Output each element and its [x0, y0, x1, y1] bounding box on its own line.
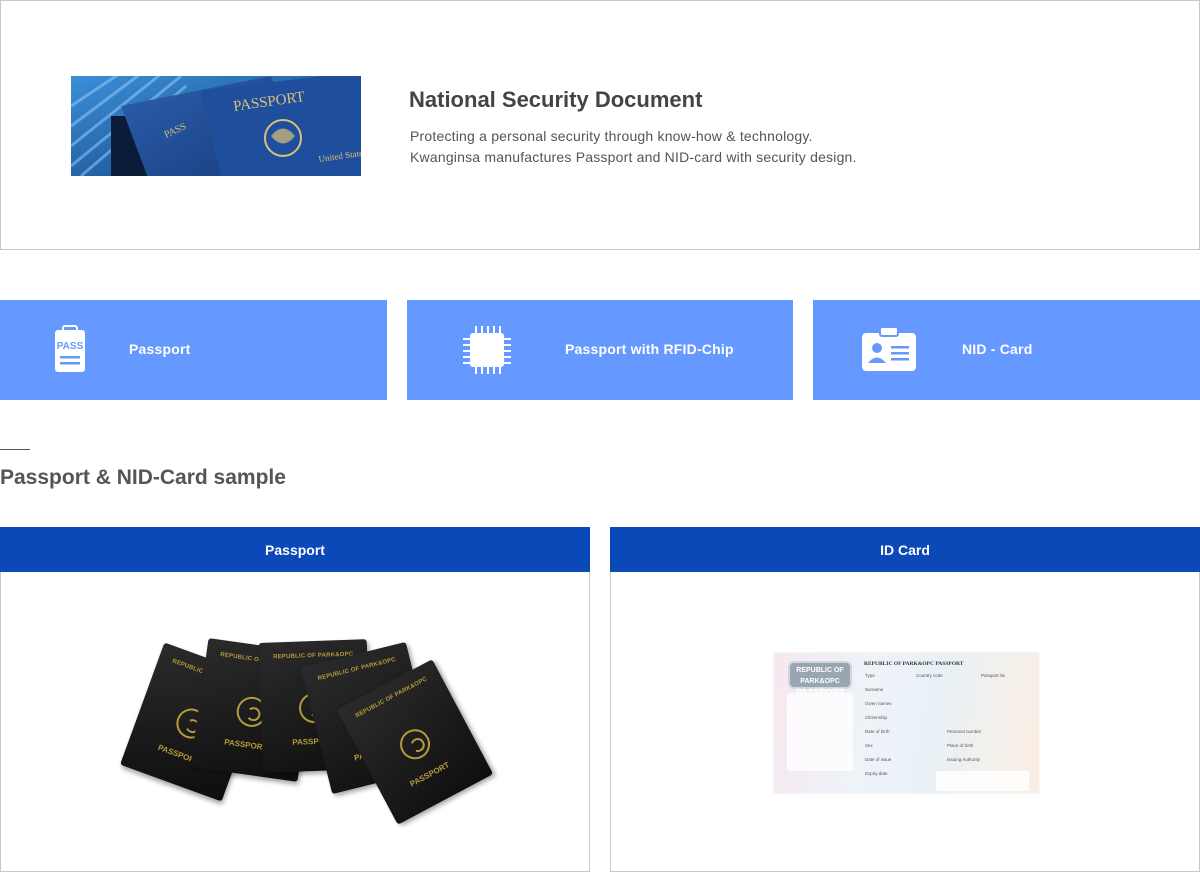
id-card-field: Country code — [916, 673, 943, 678]
id-card-field: Sex — [865, 743, 873, 748]
id-card-photo-area — [787, 693, 853, 771]
category-passport-button[interactable]: PASS Passport — [0, 300, 387, 400]
svg-text:PASS: PASS — [57, 341, 84, 352]
category-label: NID - Card — [962, 341, 1033, 357]
id-card-field: Issuing Authority — [947, 757, 981, 762]
id-card-badge: REPUBLIC OF PARK&OPC PASSPORT — [788, 661, 852, 697]
id-card-heading: REPUBLIC OF PARK&OPC PASSPORT — [864, 661, 964, 667]
id-card-badge-line-1: REPUBLIC OF PARK&OPC — [796, 667, 844, 685]
section-divider — [0, 449, 30, 450]
id-card-field: Passport № — [981, 673, 1005, 678]
id-card-field: Type — [865, 673, 875, 678]
passport-cover-label: PASSPORT — [408, 760, 451, 789]
intro-description-line-1: Protecting a personal security through k… — [410, 128, 813, 144]
passport-seal-icon — [394, 723, 436, 765]
id-card-sample-header[interactable]: ID Card — [610, 527, 1200, 572]
id-card-sample-panel: ID Card REPUBLIC OF PARK&OPC PASSPORT RE… — [610, 527, 1200, 872]
passport-icon: PASS — [52, 324, 88, 379]
category-nid-card-button[interactable]: NID - Card — [813, 300, 1200, 400]
intro-description-line-2: Kwanginsa manufactures Passport and NID-… — [410, 149, 857, 165]
id-card-field: Personal number — [947, 729, 982, 734]
passport-sample-header[interactable]: Passport — [0, 527, 590, 572]
category-label: Passport with RFID-Chip — [565, 341, 734, 357]
passport-photo: PASSPORT PASS United States — [71, 76, 361, 176]
category-label: Passport — [129, 341, 191, 357]
intro-title: National Security Document — [409, 87, 703, 112]
id-card-field: Surname — [865, 687, 884, 692]
id-card-photo: REPUBLIC OF PARK&OPC PASSPORT REPUBLIC O… — [774, 653, 1039, 793]
intro-description: Protecting a personal security through k… — [410, 126, 857, 168]
id-card-field: Date of issue — [865, 757, 892, 762]
passport-sample-panel: Passport REPUBLIC OF PARK&OPC PASSPORT R… — [0, 527, 590, 872]
intro-section: PASSPORT PASS United States National Sec… — [0, 0, 1200, 250]
category-rfid-button[interactable]: Passport with RFID-Chip — [407, 300, 793, 400]
chip-icon — [461, 324, 513, 381]
passport-photo-graphic: PASSPORT PASS United States — [71, 76, 361, 176]
id-card-field: Date of birth — [865, 729, 890, 734]
id-card-icon — [861, 326, 917, 377]
id-card-signature-area — [936, 771, 1029, 791]
id-card-field: Place of birth — [947, 743, 974, 748]
section-title: Passport & NID-Card sample — [0, 466, 286, 489]
id-card-field: Expiry date — [865, 771, 888, 776]
passport-fan-photo: REPUBLIC OF PARK&OPC PASSPORT REPUBLIC O… — [120, 637, 494, 825]
id-card-field: Given names — [865, 701, 892, 706]
id-card-field: Citizenship — [865, 715, 888, 720]
